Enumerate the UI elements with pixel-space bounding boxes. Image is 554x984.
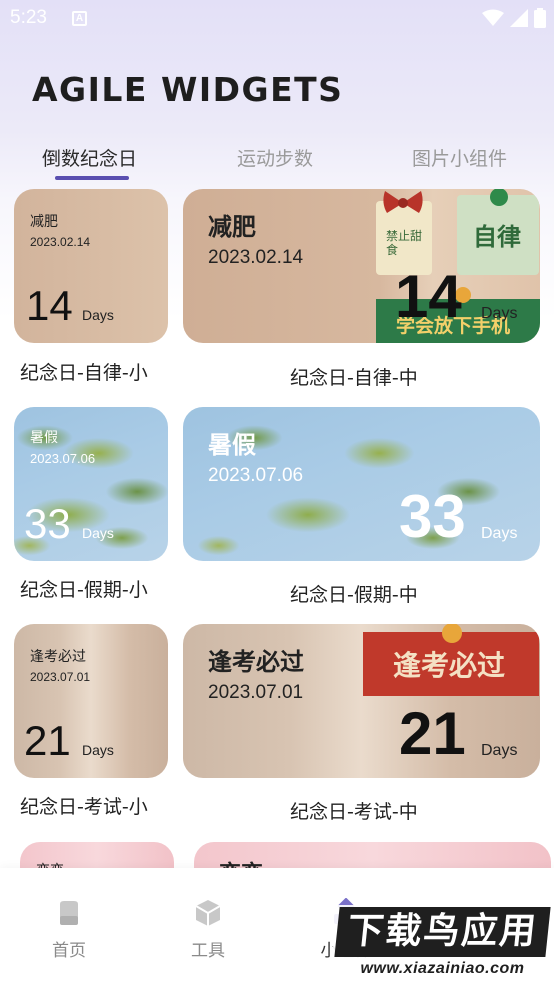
tab-bar: 倒数纪念日 运动步数 图片小组件 — [0, 140, 554, 184]
widget-days-unit: Days — [82, 742, 114, 758]
tab-indicator — [55, 176, 129, 180]
widget-vacation-small[interactable]: 暑假 2023.07.06 33 Days — [14, 407, 168, 561]
widget-title: 逢考必过 — [30, 649, 86, 665]
widget-title: 减肥 — [208, 213, 256, 241]
battery-icon — [534, 8, 546, 28]
widget-caption: 纪念日-自律-中 — [290, 367, 418, 389]
widget-days-number: 21 — [399, 700, 466, 767]
pin-icon — [490, 189, 508, 206]
cube-icon — [195, 900, 221, 926]
widget-selfdiscipline-small[interactable]: 减肥 2023.02.14 14 Days — [14, 189, 168, 343]
app-title: AGILE WIDGETS — [32, 70, 344, 109]
wifi-icon — [482, 9, 504, 26]
deco-green-text: 自律 — [473, 223, 521, 251]
widget-caption: 纪念日-自律-小 — [20, 362, 148, 384]
widget-selfdiscipline-medium[interactable]: 禁止甜食 自律 学会放下手机 减肥 2023.02.14 14 Days — [183, 189, 540, 343]
status-bar: 5:23 A — [0, 0, 554, 36]
widget-days-unit: Days — [481, 742, 518, 759]
tab-steps[interactable]: 运动步数 — [237, 144, 313, 171]
widget-date: 2023.07.01 — [30, 670, 91, 684]
widget-caption: 纪念日-假期-中 — [290, 584, 418, 606]
widget-date: 2023.02.14 — [208, 247, 304, 268]
widget-days-number: 14 — [395, 263, 462, 330]
widget-days-number: 33 — [399, 483, 466, 550]
widget-days-number: 21 — [24, 717, 71, 764]
widget-date: 2023.07.06 — [208, 465, 304, 486]
widget-days-unit: Days — [481, 525, 518, 542]
widget-vacation-medium[interactable]: 暑假 2023.07.06 33 Days — [183, 407, 540, 561]
watermark-url: www.xiazainiao.com — [360, 960, 525, 977]
widget-days-unit: Days — [82, 525, 114, 541]
status-time: 5:23 — [10, 7, 47, 28]
widget-days-unit: Days — [82, 307, 114, 323]
tab-image-widgets[interactable]: 图片小组件 — [412, 144, 507, 171]
deco-green-card: 自律 — [457, 195, 539, 275]
widget-title: 减肥 — [30, 214, 58, 230]
widget-title: 暑假 — [208, 431, 256, 459]
widget-days-number: 33 — [24, 500, 71, 547]
pin-icon — [442, 624, 462, 643]
watermark-main: 下载鸟应用 — [334, 907, 551, 957]
nav-home[interactable]: 首页 — [29, 898, 109, 961]
watermark: 下载鸟应用 www.xiazainiao.com — [333, 905, 552, 983]
widget-caption: 纪念日-考试-中 — [290, 801, 418, 823]
widget-date: 2023.02.14 — [30, 235, 91, 249]
nav-label-home: 首页 — [52, 941, 86, 961]
widget-caption: 纪念日-考试-小 — [20, 796, 148, 818]
status-icons — [482, 8, 546, 28]
widget-title: 暑假 — [30, 430, 58, 446]
widget-date: 2023.07.01 — [208, 682, 304, 703]
tab-countdown[interactable]: 倒数纪念日 — [42, 144, 137, 171]
widget-days-unit: Days — [481, 305, 518, 322]
deco-note-text: 禁止甜食 — [386, 229, 423, 257]
widget-date: 2023.07.06 — [30, 451, 96, 466]
nav-label-tools: 工具 — [191, 941, 225, 961]
signal-icon — [510, 9, 528, 27]
widget-exam-medium[interactable]: 逢考必过 逢考必过 2023.07.01 21 Days — [183, 624, 540, 778]
home-icon — [60, 901, 78, 925]
widget-exam-small[interactable]: 逢考必过 2023.07.01 21 Days — [14, 624, 168, 778]
widget-days-number: 14 — [26, 282, 73, 329]
deco-exam-text: 逢考必过 — [393, 649, 506, 682]
widget-title: 逢考必过 — [208, 648, 304, 676]
nav-tools[interactable]: 工具 — [168, 898, 248, 961]
bow-icon — [383, 191, 423, 213]
widget-caption: 纪念日-假期-小 — [20, 579, 148, 601]
notification-a-icon: A — [72, 11, 87, 26]
